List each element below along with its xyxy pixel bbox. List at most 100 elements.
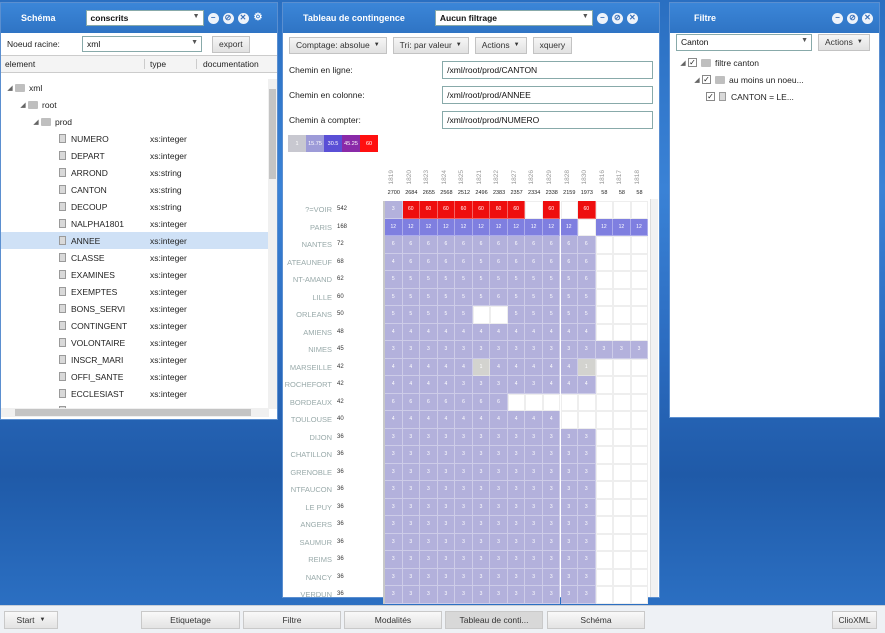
grid-cell[interactable] — [525, 201, 543, 219]
grid-cell[interactable] — [560, 201, 579, 219]
vertical-scrollbar[interactable] — [650, 199, 658, 597]
grid-cell[interactable]: 3 — [420, 446, 438, 464]
grid-cell[interactable]: 6 — [560, 236, 579, 254]
grid-cell[interactable] — [595, 481, 614, 499]
grid-cell[interactable]: 6 — [385, 236, 403, 254]
grid-cell[interactable]: 3 — [385, 551, 403, 569]
filter-tree-node[interactable]: ✓ CANTON = LE... — [678, 88, 879, 105]
grid-cell[interactable]: 6 — [402, 253, 421, 271]
restore-icon[interactable]: ⊘ — [222, 12, 234, 24]
expand-triangle-icon[interactable]: ◢ — [18, 101, 28, 109]
grid-cell[interactable]: 3 — [578, 341, 596, 359]
grid-cell[interactable]: 6 — [490, 393, 508, 411]
grid-cell[interactable]: 3 — [507, 498, 526, 516]
grid-cell[interactable]: 3 — [385, 463, 403, 481]
grid-cell[interactable]: 3 — [472, 498, 491, 516]
close-icon[interactable]: ✕ — [626, 12, 638, 24]
grid-cell[interactable]: 3 — [613, 341, 631, 359]
grid-cell[interactable]: 6 — [420, 393, 438, 411]
grid-cell[interactable]: 3 — [542, 586, 561, 604]
grid-cell[interactable]: 3 — [525, 376, 543, 394]
grid-cell[interactable] — [613, 236, 631, 254]
grid-cell[interactable]: 3 — [402, 428, 421, 446]
grid-cell[interactable]: 60 — [542, 201, 561, 219]
grid-cell[interactable]: 5 — [455, 271, 473, 289]
table-row[interactable]: VOLONTAIRE xs:integer — [1, 334, 269, 351]
grid-cell[interactable]: 1 — [472, 358, 491, 376]
grid-cell[interactable] — [595, 323, 614, 341]
grid-cell[interactable] — [595, 551, 614, 569]
grid-cell[interactable] — [630, 551, 649, 569]
grid-cell[interactable]: 5 — [525, 306, 543, 324]
horizontal-scrollbar[interactable] — [1, 408, 269, 417]
grid-cell[interactable]: 4 — [542, 358, 561, 376]
grid-cell[interactable]: 3 — [437, 481, 456, 499]
filter-actions-button[interactable]: Actions ▼ — [818, 33, 870, 51]
grid-cell[interactable]: 3 — [455, 586, 473, 604]
grid-cell[interactable]: 3 — [542, 481, 561, 499]
grid-cell[interactable] — [542, 393, 561, 411]
table-row[interactable]: ARROND xs:string — [1, 164, 269, 181]
root-node-combo[interactable]: xml ▼ — [82, 36, 202, 52]
grid-cell[interactable]: 4 — [455, 358, 473, 376]
grid-cell[interactable]: 5 — [420, 288, 438, 306]
grid-cell[interactable]: 3 — [437, 586, 456, 604]
grid-cell[interactable]: 60 — [455, 201, 473, 219]
grid-cell[interactable]: 3 — [525, 551, 543, 569]
grid-cell[interactable]: 3 — [402, 481, 421, 499]
grid-cell[interactable]: 3 — [490, 446, 508, 464]
grid-cell[interactable]: 3 — [630, 341, 649, 359]
grid-cell[interactable]: 3 — [437, 551, 456, 569]
grid-cell[interactable] — [630, 323, 649, 341]
sort-button[interactable]: Tri: par valeur ▼ — [392, 36, 469, 54]
grid-cell[interactable]: 5 — [437, 306, 456, 324]
grid-cell[interactable]: 3 — [385, 586, 403, 604]
table-row[interactable]: EXAMINES xs:integer — [1, 266, 269, 283]
count-mode-button[interactable]: Comptage: absolue ▼ — [289, 36, 387, 54]
grid-cell[interactable]: 12 — [630, 218, 649, 236]
grid-cell[interactable] — [630, 533, 649, 551]
filter-tree-node[interactable]: ◢ ✓ au moins un noeu... — [678, 71, 879, 88]
grid-cell[interactable]: 3 — [578, 533, 596, 551]
grid-cell[interactable]: 3 — [455, 481, 473, 499]
grid-cell[interactable]: 3 — [420, 568, 438, 586]
grid-cell[interactable]: 4 — [578, 376, 596, 394]
grid-cell[interactable] — [630, 446, 649, 464]
grid-cell[interactable]: 3 — [507, 516, 526, 534]
grid-cell[interactable]: 5 — [472, 253, 491, 271]
grid-cell[interactable] — [613, 446, 631, 464]
grid-cell[interactable]: 4 — [542, 323, 561, 341]
grid-cell[interactable]: 3 — [455, 341, 473, 359]
grid-cell[interactable]: 3 — [385, 446, 403, 464]
grid-cell[interactable] — [630, 498, 649, 516]
grid-cell[interactable]: 4 — [455, 323, 473, 341]
grid-cell[interactable]: 12 — [542, 218, 561, 236]
grid-cell[interactable]: 3 — [560, 586, 579, 604]
grid-cell[interactable]: 3 — [420, 586, 438, 604]
col-path-input[interactable]: /xml/root/prod/ANNEE — [442, 85, 653, 104]
grid-cell[interactable]: 3 — [542, 463, 561, 481]
table-row[interactable]: NUMERO xs:integer — [1, 130, 269, 147]
grid-cell[interactable]: 3 — [420, 463, 438, 481]
grid-cell[interactable]: 4 — [490, 323, 508, 341]
grid-cell[interactable]: 5 — [542, 271, 561, 289]
grid-cell[interactable]: 3 — [578, 586, 596, 604]
table-row[interactable]: INSCR_MARI xs:integer — [1, 351, 269, 368]
grid-cell[interactable] — [525, 393, 543, 411]
grid-cell[interactable]: 3 — [490, 568, 508, 586]
grid-cell[interactable]: 12 — [420, 218, 438, 236]
grid-cell[interactable]: 12 — [472, 218, 491, 236]
grid-cell[interactable]: 6 — [472, 393, 491, 411]
start-button[interactable]: Start ▼ — [4, 611, 58, 629]
grid-cell[interactable]: 3 — [437, 516, 456, 534]
grid-cell[interactable]: 3 — [455, 428, 473, 446]
grid-cell[interactable]: 6 — [385, 393, 403, 411]
grid-cell[interactable]: 5 — [385, 288, 403, 306]
grid-cell[interactable]: 5 — [385, 271, 403, 289]
table-row[interactable]: CLASSE xs:integer — [1, 249, 269, 266]
grid-cell[interactable]: 3 — [385, 341, 403, 359]
grid-cell[interactable] — [630, 288, 649, 306]
grid-cell[interactable] — [613, 376, 631, 394]
grid-cell[interactable]: 4 — [437, 376, 456, 394]
xquery-button[interactable]: xquery — [532, 36, 573, 54]
